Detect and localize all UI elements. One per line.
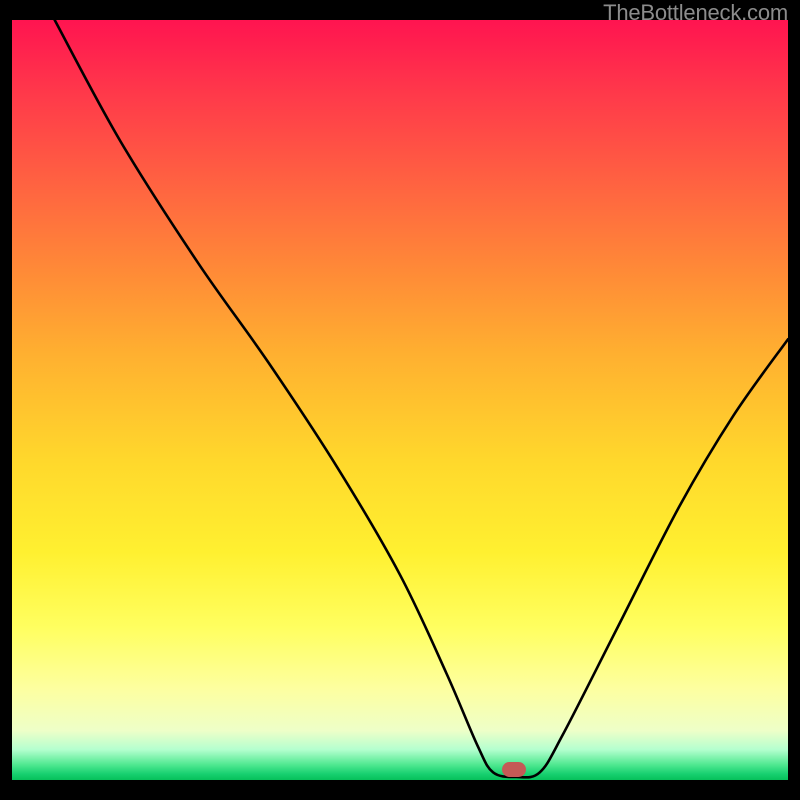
plot-area <box>12 20 788 780</box>
minimum-marker <box>502 762 526 777</box>
chart-container: TheBottleneck.com <box>0 0 800 800</box>
attribution-text: TheBottleneck.com <box>603 0 788 26</box>
bottleneck-curve <box>12 20 788 780</box>
